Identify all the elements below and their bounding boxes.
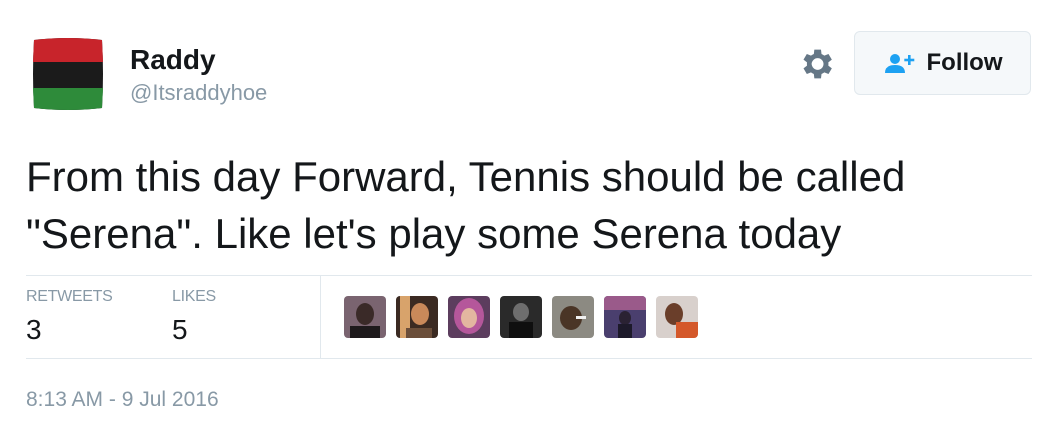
follow-label: Follow — [926, 49, 1003, 76]
display-name[interactable]: Raddy — [130, 44, 216, 76]
likers-list — [344, 296, 698, 338]
liker-avatar[interactable] — [500, 296, 542, 338]
tweet-timestamp[interactable]: 8:13 AM - 9 Jul 2016 — [26, 388, 219, 412]
add-user-icon — [884, 54, 914, 73]
stats-divider — [320, 276, 321, 358]
tweet-text: From this day Forward, Tennis should be … — [26, 148, 1026, 262]
retweets-label[interactable]: RETWEETS — [26, 288, 113, 306]
liker-avatar[interactable] — [396, 296, 438, 338]
divider-top — [26, 275, 1032, 276]
follow-button[interactable]: Follow — [854, 31, 1031, 95]
user-handle[interactable]: @Itsraddyhoe — [130, 80, 267, 106]
liker-avatar[interactable] — [604, 296, 646, 338]
liker-avatar[interactable] — [344, 296, 386, 338]
liker-avatar[interactable] — [552, 296, 594, 338]
avatar[interactable] — [28, 34, 108, 114]
retweets-count[interactable]: 3 — [26, 314, 42, 346]
tweet-line-2: "Serena". Like let's play some Serena to… — [26, 210, 842, 257]
liker-avatar[interactable] — [656, 296, 698, 338]
divider-bottom — [26, 358, 1032, 359]
likes-count[interactable]: 5 — [172, 314, 188, 346]
liker-avatar[interactable] — [448, 296, 490, 338]
likes-label[interactable]: LIKES — [172, 288, 216, 306]
gear-icon[interactable] — [796, 44, 836, 84]
tweet-line-1: From this day Forward, Tennis should be … — [26, 153, 906, 200]
